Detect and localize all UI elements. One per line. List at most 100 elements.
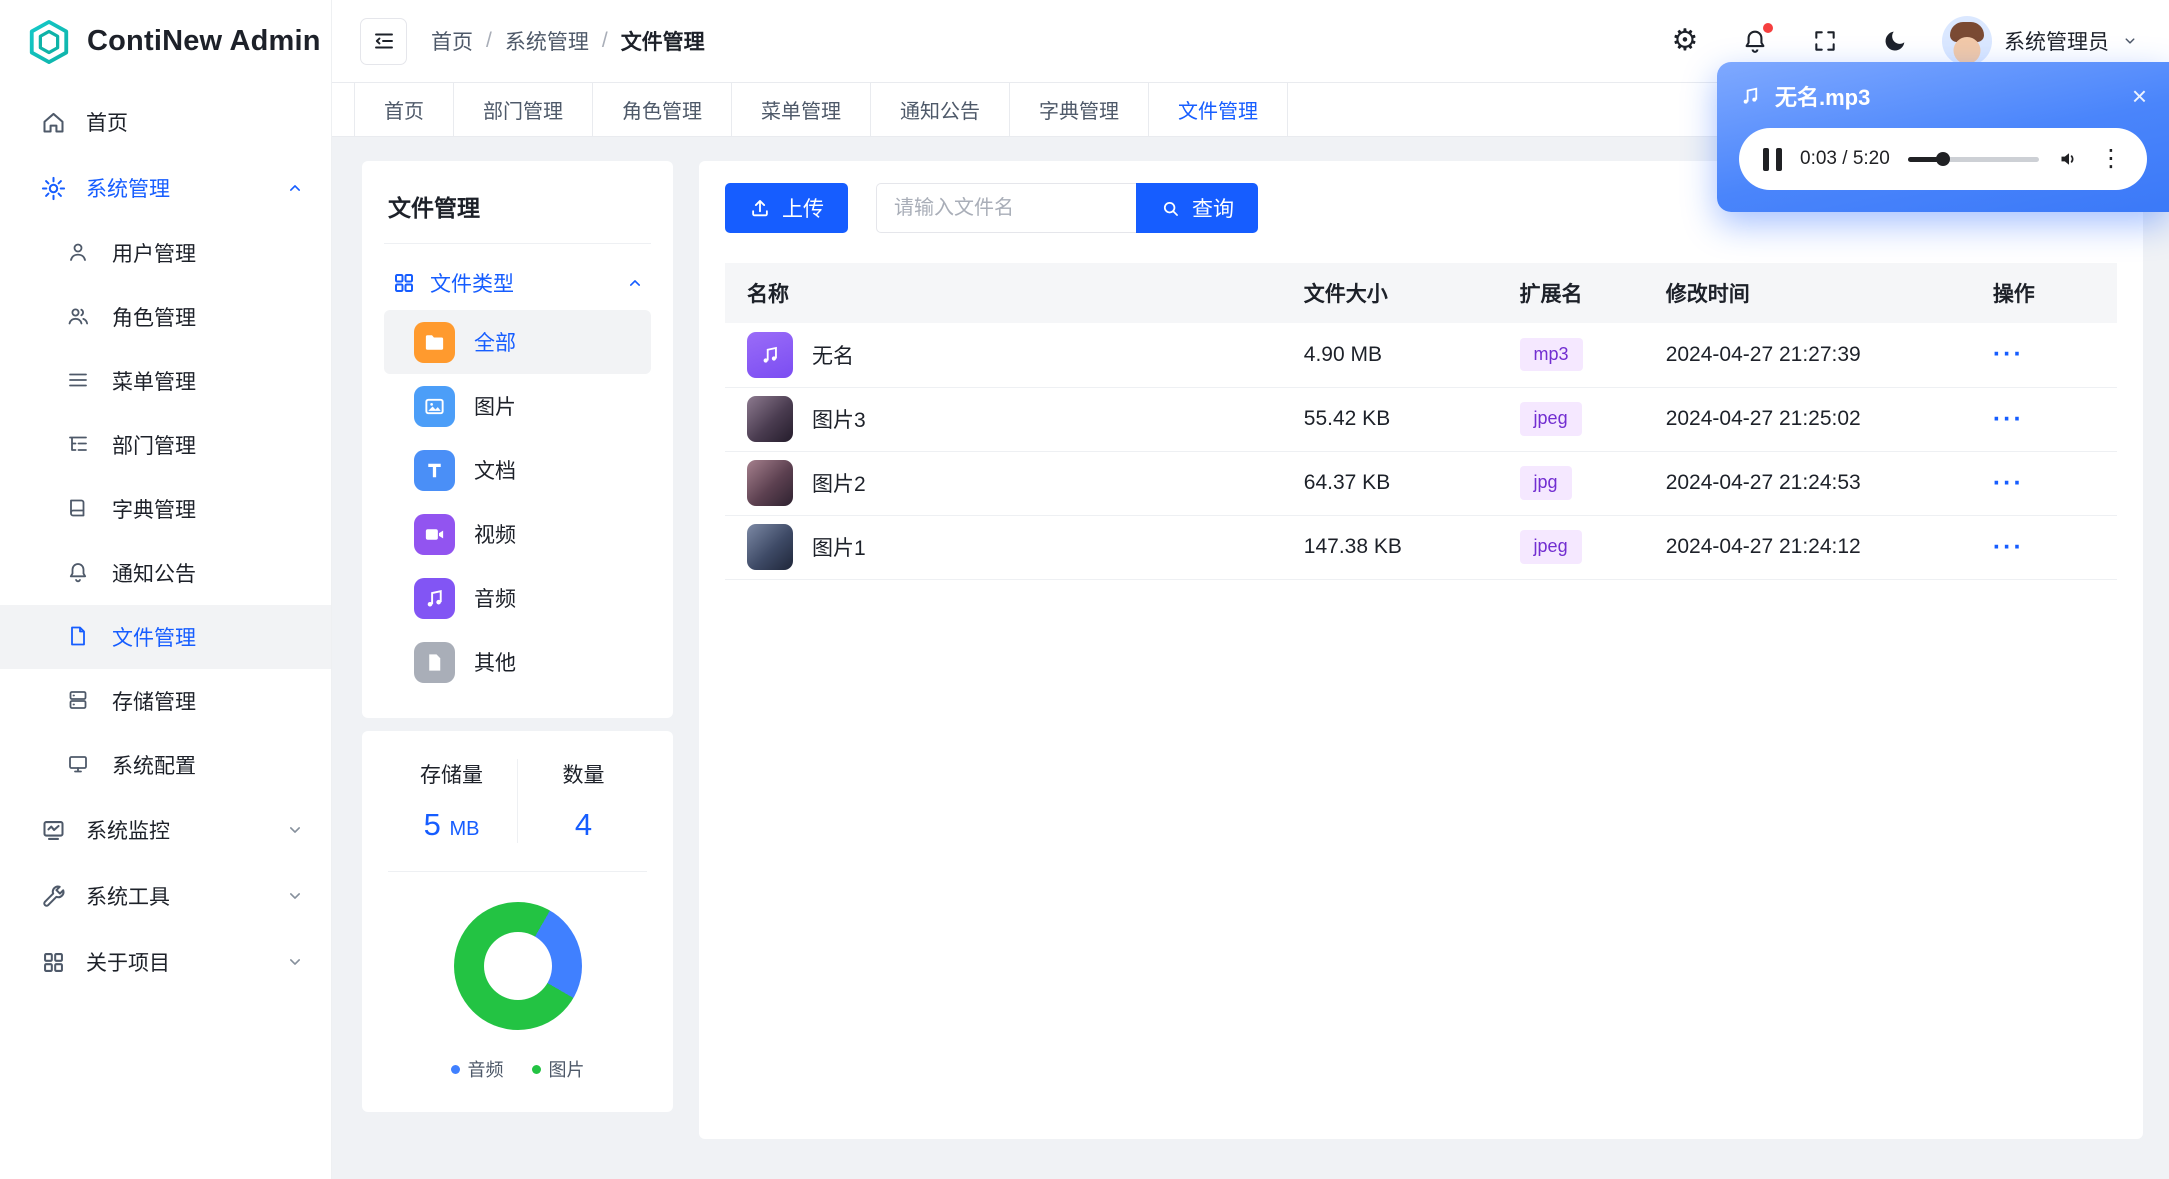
monitor-chart-icon xyxy=(40,817,67,844)
seek-thumb[interactable] xyxy=(1936,152,1951,166)
sidebar: ContiNew Admin 首页 系统管理 用户管理 角色管理 菜单管理 部门… xyxy=(0,0,332,1179)
storage-unit: MB xyxy=(449,818,480,840)
file-time: 2024-04-27 21:24:53 xyxy=(1643,451,1971,516)
breadcrumb-system[interactable]: 系统管理 xyxy=(505,26,589,56)
text-doc-icon xyxy=(414,449,455,491)
playback-time: 0:03 / 5:20 xyxy=(1800,148,1890,169)
file-type-video[interactable]: 视频 xyxy=(384,502,651,566)
seek-slider[interactable] xyxy=(1907,152,2039,166)
apps-grid-icon xyxy=(392,271,416,295)
avatar xyxy=(1942,16,1992,66)
sidebar-item-about-project[interactable]: 关于项目 xyxy=(0,929,331,995)
video-icon xyxy=(414,513,455,555)
dark-mode-button[interactable] xyxy=(1872,18,1918,64)
upload-button[interactable]: 上传 xyxy=(725,183,848,233)
query-button[interactable]: 查询 xyxy=(1136,183,1258,233)
tab-home[interactable]: 首页 xyxy=(354,83,454,136)
gear-icon: ⚙ xyxy=(1671,24,1699,57)
file-type-document[interactable]: 文档 xyxy=(384,438,651,502)
sidebar-item-file-management[interactable]: 文件管理 xyxy=(0,605,331,669)
search-input[interactable] xyxy=(876,183,1136,233)
breadcrumb: 首页 / 系统管理 / 文件管理 xyxy=(431,26,705,56)
tab-notice[interactable]: 通知公告 xyxy=(871,83,1010,136)
file-name: 图片1 xyxy=(812,537,866,560)
chevron-down-icon xyxy=(285,952,305,972)
sidebar-item-dict-management[interactable]: 字典管理 xyxy=(0,477,331,541)
sidebar-item-system-tools[interactable]: 系统工具 xyxy=(0,863,331,929)
stats-row: 存储量 5 MB 数量 4 xyxy=(386,759,649,843)
table-header-row: 名称 文件大小 扩展名 修改时间 操作 xyxy=(725,263,2117,323)
tab-dict[interactable]: 字典管理 xyxy=(1010,83,1149,136)
storage-label: 存储量 xyxy=(420,764,483,787)
file-type-audio[interactable]: 音频 xyxy=(384,566,651,630)
breadcrumb-separator: / xyxy=(486,29,492,52)
file-list-card: 上传 查询 xyxy=(699,161,2143,1139)
wrench-icon xyxy=(40,883,67,910)
tab-file-management[interactable]: 文件管理 xyxy=(1149,83,1288,136)
file-type-label: 文档 xyxy=(474,460,516,483)
sidebar-item-department-management[interactable]: 部门管理 xyxy=(0,413,331,477)
user-name: 系统管理员 xyxy=(2004,31,2109,54)
tab-role[interactable]: 角色管理 xyxy=(593,83,732,136)
storage-stat: 存储量 5 MB xyxy=(386,759,517,843)
sidebar-item-storage-management[interactable]: 存储管理 xyxy=(0,669,331,733)
breadcrumb-home[interactable]: 首页 xyxy=(431,26,473,56)
file-type-label: 视频 xyxy=(474,524,516,547)
fullscreen-icon xyxy=(1812,28,1838,54)
sidebar-item-menu-management[interactable]: 菜单管理 xyxy=(0,349,331,413)
audio-player-popup: 无名.mp3 × 0:03 / 5:20 ⋮ xyxy=(1717,62,2169,212)
sidebar-item-system-config[interactable]: 系统配置 xyxy=(0,733,331,797)
count-value: 4 xyxy=(574,807,593,842)
sidebar-item-notice[interactable]: 通知公告 xyxy=(0,541,331,605)
sidebar-item-system-monitor[interactable]: 系统监控 xyxy=(0,797,331,863)
row-actions-button[interactable]: ··· xyxy=(1993,405,2024,434)
donut-chart xyxy=(453,902,582,1030)
notification-badge-dot xyxy=(1763,23,1773,33)
kebab-menu-icon[interactable]: ⋮ xyxy=(2099,147,2123,171)
ext-tag: mp3 xyxy=(1519,338,1583,372)
tab-department[interactable]: 部门管理 xyxy=(454,83,593,136)
image-thumbnail xyxy=(747,396,793,442)
settings-button[interactable]: ⚙ xyxy=(1662,18,1708,64)
file-type-image[interactable]: 图片 xyxy=(384,374,651,438)
file-type-label: 音频 xyxy=(474,588,516,611)
tab-menu[interactable]: 菜单管理 xyxy=(732,83,871,136)
music-note-icon xyxy=(1739,85,1762,108)
sidebar-item-system-management[interactable]: 系统管理 xyxy=(0,155,331,221)
system-management-submenu: 用户管理 角色管理 菜单管理 部门管理 字典管理 通知公告 文件管理 存储管理 … xyxy=(0,221,331,797)
upload-icon xyxy=(749,197,771,219)
search-icon xyxy=(1160,198,1181,219)
file-type-all[interactable]: 全部 xyxy=(384,310,651,374)
file-type-card: 文件管理 文件类型 全部 图片 文档 视频 音频 其他 xyxy=(362,161,673,718)
users-icon xyxy=(66,304,93,331)
file-type-group-toggle[interactable]: 文件类型 xyxy=(384,244,651,310)
close-icon[interactable]: × xyxy=(2132,83,2147,109)
sidebar-item-role-management[interactable]: 角色管理 xyxy=(0,285,331,349)
row-actions-button[interactable]: ··· xyxy=(1993,469,2024,498)
chevron-up-icon xyxy=(625,273,645,293)
sidebar-item-home[interactable]: 首页 xyxy=(0,89,331,155)
row-actions-button[interactable]: ··· xyxy=(1993,533,2024,562)
file-generic-icon xyxy=(414,641,455,683)
file-size: 4.90 MB xyxy=(1281,323,1498,388)
book-icon xyxy=(66,496,93,523)
ext-tag: jpg xyxy=(1519,466,1572,500)
user-menu[interactable]: 系统管理员 xyxy=(1942,16,2139,66)
sidebar-collapse-button[interactable] xyxy=(360,17,407,65)
fullscreen-button[interactable] xyxy=(1802,18,1848,64)
column-size: 文件大小 xyxy=(1281,263,1498,323)
chevron-down-icon xyxy=(285,820,305,840)
image-thumbnail xyxy=(747,460,793,506)
volume-icon[interactable] xyxy=(2057,147,2081,171)
moon-icon xyxy=(1882,28,1908,54)
file-time: 2024-04-27 21:27:39 xyxy=(1643,323,1971,388)
audio-controls: 0:03 / 5:20 ⋮ xyxy=(1739,128,2147,190)
notifications-button[interactable] xyxy=(1732,18,1778,64)
file-type-label: 图片 xyxy=(474,396,516,419)
table-row: 图片1 147.38 KB jpeg 2024-04-27 21:24:12 ·… xyxy=(725,515,2117,580)
sidebar-item-user-management[interactable]: 用户管理 xyxy=(0,221,331,285)
column-time: 修改时间 xyxy=(1643,263,1971,323)
file-type-other[interactable]: 其他 xyxy=(384,630,651,694)
row-actions-button[interactable]: ··· xyxy=(1993,340,2024,369)
pause-button[interactable] xyxy=(1763,147,1782,171)
